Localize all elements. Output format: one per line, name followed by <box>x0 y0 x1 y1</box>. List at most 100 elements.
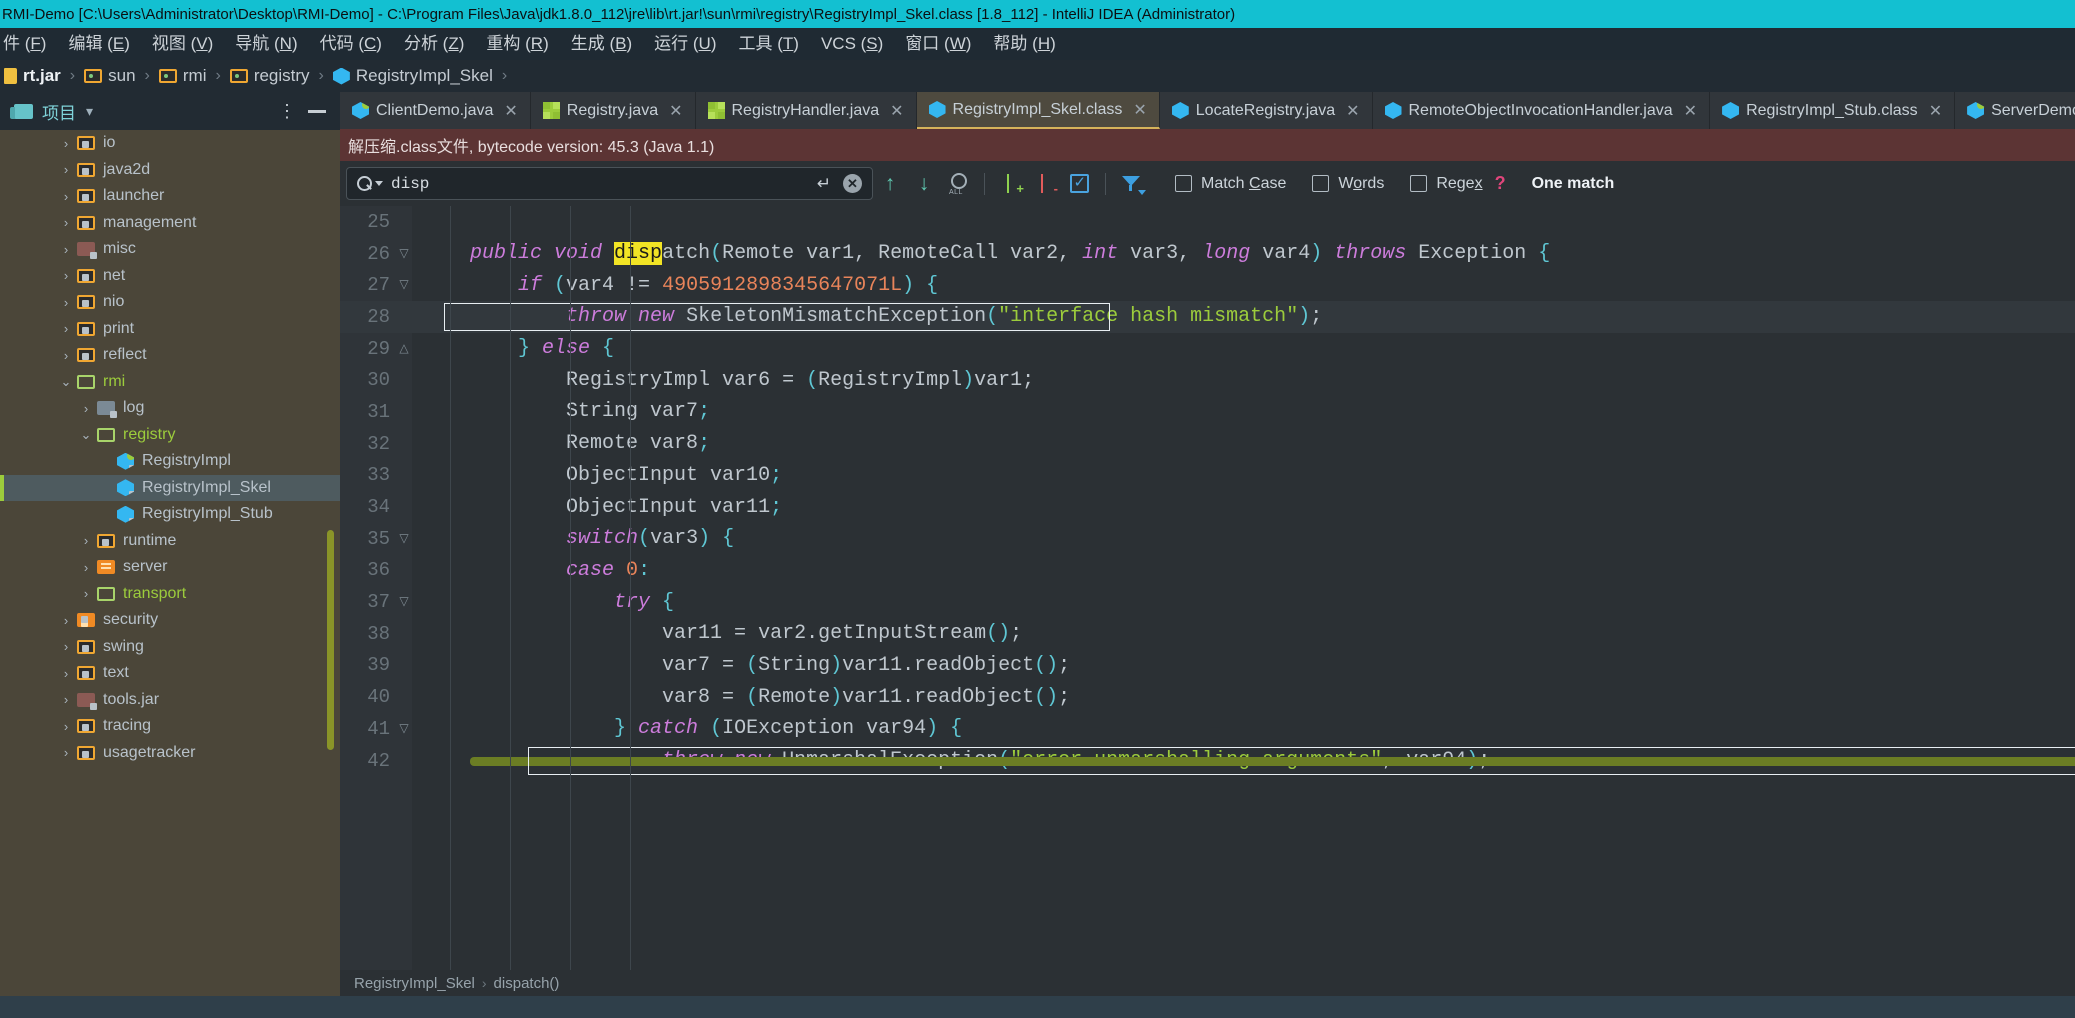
code-line[interactable]: 29 △ } else { <box>340 333 2075 365</box>
tree-item-net[interactable]: › net <box>0 263 340 290</box>
tree-item-io[interactable]: › io <box>0 130 340 157</box>
select-all-occurrences-button[interactable] <box>1062 169 1096 199</box>
checkbox-box[interactable] <box>1410 175 1428 192</box>
chevron-right-icon[interactable]: › <box>58 268 74 283</box>
chevron-right-icon[interactable]: › <box>58 666 74 681</box>
menu-item-3[interactable]: 视图 (V) <box>141 31 224 57</box>
checkbox-match-case[interactable]: Match Case <box>1175 175 1286 193</box>
chevron-right-icon[interactable]: › <box>58 189 74 204</box>
editor-horizontal-scrollbar[interactable] <box>470 756 2075 766</box>
tree-item-security[interactable]: › security <box>0 607 340 634</box>
tree-item-print[interactable]: › print <box>0 316 340 343</box>
code-line[interactable]: 30 RegistryImpl var6 = (RegistryImpl)var… <box>340 364 2075 396</box>
hide-tool-window-icon[interactable] <box>308 109 326 113</box>
editor-tab-registry-java[interactable]: Registry.java ✕ <box>530 92 696 129</box>
menu-item-13[interactable]: 帮助 (H) <box>982 31 1066 57</box>
close-icon[interactable]: ✕ <box>843 174 862 193</box>
code-line[interactable]: 38 var11 = var2.getInputStream(); <box>340 618 2075 650</box>
code-line[interactable]: 26 ▽ public void dispatch(Remote var1, Re… <box>340 238 2075 270</box>
tree-item-reflect[interactable]: › reflect <box>0 342 340 369</box>
chevron-right-icon[interactable]: › <box>58 162 74 177</box>
chevron-right-icon[interactable]: › <box>58 321 74 336</box>
chevron-right-icon[interactable]: › <box>58 136 74 151</box>
close-tab-icon[interactable]: ✕ <box>1929 101 1942 121</box>
code-line[interactable]: 32 Remote var8; <box>340 428 2075 460</box>
editor-tab-clientdemo-java[interactable]: ClientDemo.java ✕ <box>340 92 531 129</box>
menu-item-8[interactable]: 生成 (B) <box>560 31 643 57</box>
code-line[interactable]: 27 ▽ if (var4 != 4905912898345647071L) { <box>340 269 2075 301</box>
tree-item-transport[interactable]: › transport <box>0 581 340 608</box>
chevron-down-icon[interactable]: ⌄ <box>58 374 74 390</box>
code-line[interactable]: 35 ▽ switch(var3) { <box>340 523 2075 555</box>
find-all-button[interactable] <box>941 169 975 199</box>
menu-item-11[interactable]: VCS (S) <box>810 31 894 57</box>
chevron-right-icon[interactable]: › <box>58 215 74 230</box>
code-fold-icon[interactable]: ▽ <box>396 279 412 291</box>
breadcrumb-item-rt-jar[interactable]: rt.jar <box>4 66 61 86</box>
chevron-right-icon[interactable]: › <box>58 639 74 654</box>
close-tab-icon[interactable]: ✕ <box>669 101 682 121</box>
more-options-icon[interactable]: ⋮ <box>278 102 296 120</box>
tree-item-registryimpl-skel[interactable]: RegistryImpl_Skel <box>0 474 340 501</box>
sidebar-vertical-scrollbar[interactable] <box>327 530 334 750</box>
code-line[interactable]: 28 throw new SkeletonMismatchException("… <box>340 301 2075 333</box>
tree-item-runtime[interactable]: › runtime <box>0 528 340 555</box>
breadcrumb-item-rmi[interactable]: rmi <box>158 66 206 86</box>
menu-item-1[interactable]: 件 (F) <box>0 31 57 57</box>
tree-item-registryimpl[interactable]: RegistryImpl <box>0 448 340 475</box>
status-breadcrumb-item[interactable]: RegistryImpl_Skel <box>354 975 475 992</box>
code-editor[interactable]: 25 26 ▽ public void dispatch(Remote var1, … <box>340 206 2075 1018</box>
tree-item-launcher[interactable]: › launcher <box>0 183 340 210</box>
menu-item-2[interactable]: 编辑 (E) <box>57 31 140 57</box>
tree-item-registry[interactable]: ⌄ registry <box>0 422 340 449</box>
chevron-right-icon[interactable]: › <box>58 692 74 707</box>
chevron-right-icon[interactable]: › <box>78 586 94 601</box>
menu-item-9[interactable]: 运行 (U) <box>643 31 727 57</box>
code-fold-icon[interactable]: ▽ <box>396 248 412 260</box>
regex-help-icon[interactable]: ? <box>1495 173 1506 194</box>
tree-item-rmi[interactable]: ⌄ rmi <box>0 369 340 396</box>
tree-item-swing[interactable]: › swing <box>0 634 340 661</box>
editor-tab-registryimpl-stub-class[interactable]: RegistryImpl_Stub.class ✕ <box>1710 92 1956 129</box>
close-tab-icon[interactable]: ✕ <box>1133 100 1146 120</box>
chevron-down-icon[interactable]: ▾ <box>86 103 93 120</box>
editor-tab-remoteobjectinvocationhandler-java[interactable]: RemoteObjectInvocationHandler.java ✕ <box>1372 92 1711 129</box>
tree-item-usagetracker[interactable]: › usagetracker <box>0 740 340 767</box>
code-fold-icon[interactable]: ▽ <box>396 723 412 735</box>
close-tab-icon[interactable]: ✕ <box>1684 101 1697 121</box>
tree-item-java2d[interactable]: › java2d <box>0 157 340 184</box>
enter-icon[interactable]: ↵ <box>817 174 831 194</box>
code-line[interactable]: 33 ObjectInput var10; <box>340 460 2075 492</box>
project-tree[interactable]: › io › java2d › launcher › management › misc › net ›… <box>0 130 340 1018</box>
chevron-right-icon[interactable]: › <box>58 242 74 257</box>
breadcrumb-item-registry[interactable]: registry <box>229 66 310 86</box>
checkbox-box[interactable] <box>1175 175 1192 192</box>
tree-item-text[interactable]: › text <box>0 660 340 687</box>
menu-item-10[interactable]: 工具 (T) <box>728 31 810 57</box>
tree-item-nio[interactable]: › nio <box>0 289 340 316</box>
find-previous-button[interactable]: ↑ <box>873 169 907 199</box>
chevron-right-icon[interactable]: › <box>78 401 94 416</box>
chevron-down-icon[interactable]: ⌄ <box>78 427 94 443</box>
checkbox-box[interactable] <box>1312 175 1330 192</box>
chevron-right-icon[interactable]: › <box>58 613 74 628</box>
tree-item-server[interactable]: › server <box>0 554 340 581</box>
chevron-right-icon[interactable]: › <box>78 533 94 548</box>
add-selection-button[interactable]: + <box>994 169 1028 199</box>
close-tab-icon[interactable]: ✕ <box>890 101 903 121</box>
editor-tab-registryhandler-java[interactable]: RegistryHandler.java ✕ <box>695 92 917 129</box>
checkbox-regex[interactable]: Regex <box>1410 175 1483 193</box>
menu-item-5[interactable]: 代码 (C) <box>309 31 393 57</box>
tree-item-misc[interactable]: › misc <box>0 236 340 263</box>
code-line[interactable]: 36 case 0: <box>340 555 2075 587</box>
code-line[interactable]: 41 ▽ } catch (IOException var94) { <box>340 713 2075 745</box>
menu-item-4[interactable]: 导航 (N) <box>224 31 308 57</box>
chevron-right-icon[interactable]: › <box>58 295 74 310</box>
breadcrumb-item-sun[interactable]: sun <box>84 66 136 86</box>
filter-button[interactable] <box>1115 169 1149 199</box>
menu-item-7[interactable]: 重构 (R) <box>475 31 559 57</box>
code-line[interactable]: 34 ObjectInput var11; <box>340 491 2075 523</box>
code-lines[interactable]: 25 26 ▽ public void dispatch(Remote var1, … <box>340 206 2075 776</box>
chevron-right-icon[interactable]: › <box>58 745 74 760</box>
chevron-right-icon[interactable]: › <box>58 719 74 734</box>
